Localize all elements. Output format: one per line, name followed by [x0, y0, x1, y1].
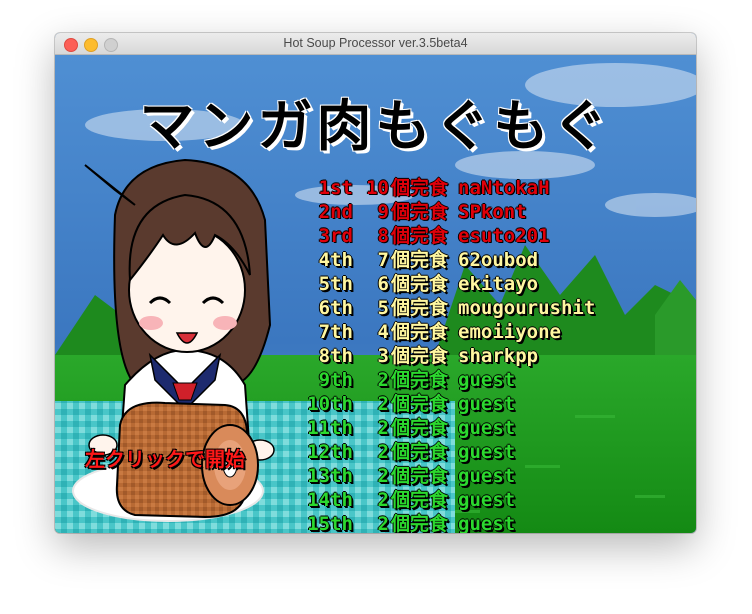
rank-count: 4 [377, 321, 389, 343]
ranking-row: 15th 2 個完食 guest [293, 512, 595, 533]
rank-suffix: 個完食 [391, 297, 449, 319]
rank-player-name: guest [458, 417, 516, 439]
rank-player-name: guest [458, 465, 516, 487]
rank-position: 2nd [318, 201, 353, 223]
rank-position: 14th [307, 489, 353, 511]
game-title: マンガ肉もぐもぐ [139, 94, 612, 158]
rank-suffix: 個完食 [391, 249, 449, 271]
rank-player-name: guest [458, 489, 516, 511]
ranking-row: 7th 4 個完食 emoiiyone [293, 320, 595, 344]
ranking-row: 13th 2 個完食 guest [293, 464, 595, 488]
ranking-row: 11th 2 個完食 guest [293, 416, 595, 440]
rank-suffix: 個完食 [391, 489, 449, 511]
rank-player-name: mougourushit [458, 297, 596, 319]
ranking-row: 12th 2 個完食 guest [293, 440, 595, 464]
rank-suffix: 個完食 [391, 441, 449, 463]
rank-player-name: SPkont [458, 201, 527, 223]
rank-suffix: 個完食 [391, 345, 449, 367]
rank-suffix: 個完食 [391, 417, 449, 439]
rank-position: 3rd [318, 225, 353, 247]
window-title: Hot Soup Processor ver.3.5beta4 [283, 36, 468, 50]
rank-count: 10 [366, 177, 389, 199]
rank-suffix: 個完食 [391, 465, 449, 487]
rank-suffix: 個完食 [391, 513, 449, 533]
rank-player-name: sharkpp [458, 345, 539, 367]
rank-position: 8th [318, 345, 353, 367]
rank-player-name: naNtokaH [458, 177, 550, 199]
rank-count: 2 [377, 513, 389, 533]
rank-player-name: esuto201 [458, 225, 550, 247]
title-bar[interactable]: Hot Soup Processor ver.3.5beta4 [55, 33, 696, 55]
ranking-row: 2nd 9 個完食 SPkont [293, 200, 595, 224]
rank-count: 7 [377, 249, 389, 271]
rank-player-name: emoiiyone [458, 321, 561, 343]
rank-suffix: 個完食 [391, 273, 449, 295]
ranking-row: 5th 6 個完食 ekitayo [293, 272, 595, 296]
rank-count: 3 [377, 345, 389, 367]
rank-suffix: 個完食 [391, 201, 449, 223]
rank-position: 9th [318, 369, 353, 391]
rank-player-name: guest [458, 393, 516, 415]
rank-player-name: guest [458, 441, 516, 463]
ranking-row: 1st 10 個完食 naNtokaH [293, 176, 595, 200]
rank-count: 2 [377, 489, 389, 511]
app-window: Hot Soup Processor ver.3.5beta4 マンガ肉もぐもぐ… [55, 33, 696, 533]
rank-position: 11th [307, 417, 353, 439]
rank-count: 2 [377, 441, 389, 463]
ranking-row: 3rd 8 個完食 esuto201 [293, 224, 595, 248]
game-canvas[interactable]: マンガ肉もぐもぐ 1st 10 個完食 naNtokaH 2nd 9 個完食 SPkont 3r… [55, 55, 696, 533]
rank-position: 12th [307, 441, 353, 463]
rank-suffix: 個完食 [391, 321, 449, 343]
ranking-list: 1st 10 個完食 naNtokaH 2nd 9 個完食 SPkont 3rd 8 個完食 esut… [293, 176, 595, 533]
rank-position: 4th [318, 249, 353, 271]
rank-count: 2 [377, 369, 389, 391]
rank-count: 2 [377, 393, 389, 415]
rank-position: 13th [307, 465, 353, 487]
rank-position: 5th [318, 273, 353, 295]
ranking-row: 8th 3 個完食 sharkpp [293, 344, 595, 368]
ranking-row: 4th 7 個完食 62oubod [293, 248, 595, 272]
rank-count: 2 [377, 465, 389, 487]
ranking-row: 9th 2 個完食 guest [293, 368, 595, 392]
rank-position: 1st [318, 177, 353, 199]
rank-count: 2 [377, 417, 389, 439]
rank-position: 6th [318, 297, 353, 319]
start-prompt[interactable]: 左クリックで開始 [85, 443, 245, 472]
rank-player-name: ekitayo [458, 273, 539, 295]
ranking-row: 6th 5 個完食 mougourushit [293, 296, 596, 320]
rank-count: 5 [377, 297, 389, 319]
rank-suffix: 個完食 [391, 177, 449, 199]
rank-player-name: 62oubod [458, 249, 539, 271]
rank-player-name: guest [458, 513, 516, 533]
rank-suffix: 個完食 [391, 369, 449, 391]
ranking-row: 14th 2 個完食 guest [293, 488, 595, 512]
rank-position: 7th [318, 321, 353, 343]
rank-suffix: 個完食 [391, 393, 449, 415]
rank-count: 6 [377, 273, 389, 295]
rank-position: 15th [307, 513, 353, 533]
ranking-row: 10th 2 個完食 guest [293, 392, 595, 416]
rank-count: 8 [377, 225, 389, 247]
rank-player-name: guest [458, 369, 516, 391]
rank-count: 9 [377, 201, 389, 223]
rank-position: 10th [307, 393, 353, 415]
rank-suffix: 個完食 [391, 225, 449, 247]
